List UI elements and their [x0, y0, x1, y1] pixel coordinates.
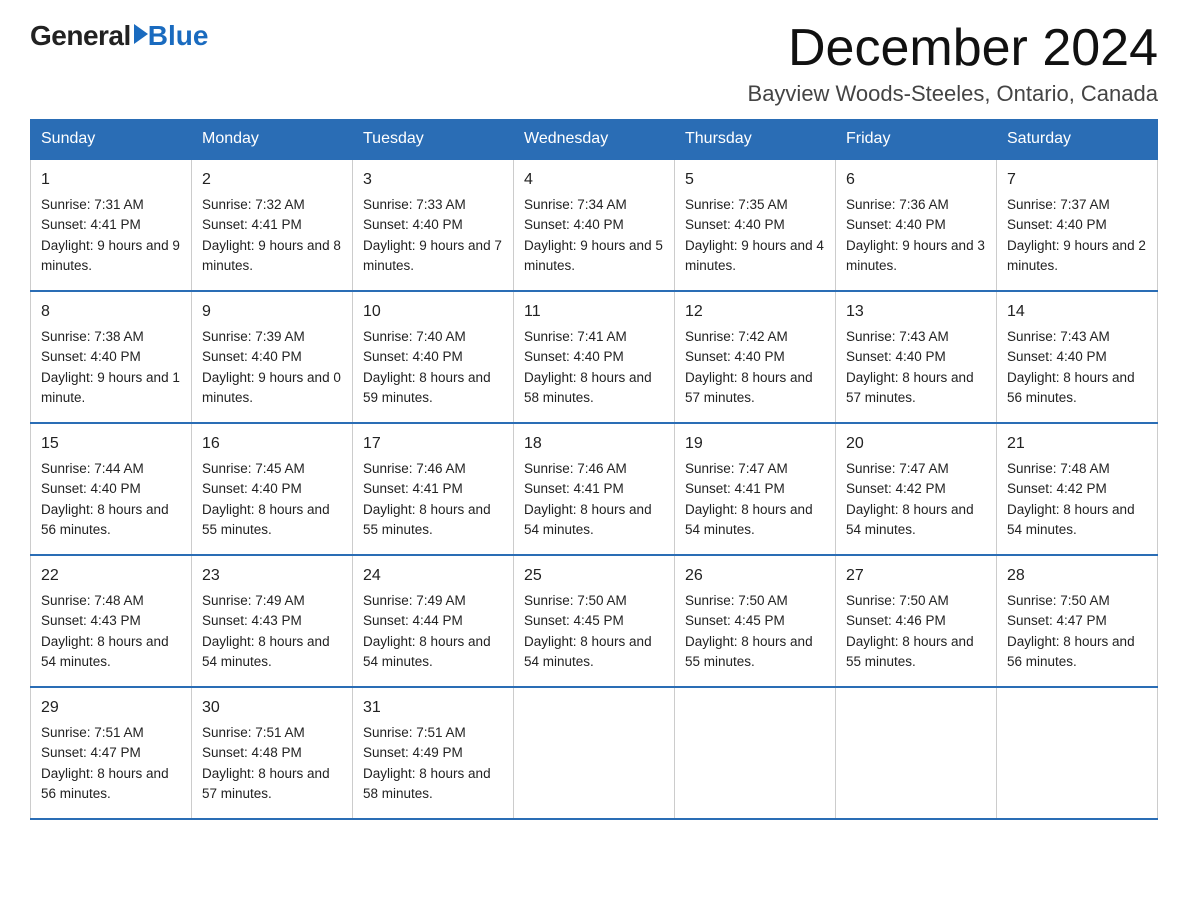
day-number: 30	[202, 696, 342, 720]
day-number: 1	[41, 168, 181, 192]
calendar-cell: 8Sunrise: 7:38 AMSunset: 4:40 PMDaylight…	[31, 291, 192, 423]
day-header-wednesday: Wednesday	[514, 120, 675, 160]
calendar-cell: 31Sunrise: 7:51 AMSunset: 4:49 PMDayligh…	[353, 687, 514, 819]
day-number: 4	[524, 168, 664, 192]
day-number: 18	[524, 432, 664, 456]
day-number: 29	[41, 696, 181, 720]
location-subtitle: Bayview Woods-Steeles, Ontario, Canada	[748, 81, 1158, 107]
calendar-cell: 23Sunrise: 7:49 AMSunset: 4:43 PMDayligh…	[192, 555, 353, 687]
calendar-cell: 6Sunrise: 7:36 AMSunset: 4:40 PMDaylight…	[836, 159, 997, 291]
day-header-friday: Friday	[836, 120, 997, 160]
day-number: 9	[202, 300, 342, 324]
calendar-cell: 3Sunrise: 7:33 AMSunset: 4:40 PMDaylight…	[353, 159, 514, 291]
day-number: 23	[202, 564, 342, 588]
calendar-week-row: 22Sunrise: 7:48 AMSunset: 4:43 PMDayligh…	[31, 555, 1158, 687]
day-header-monday: Monday	[192, 120, 353, 160]
day-header-thursday: Thursday	[675, 120, 836, 160]
calendar-week-row: 15Sunrise: 7:44 AMSunset: 4:40 PMDayligh…	[31, 423, 1158, 555]
calendar-cell: 12Sunrise: 7:42 AMSunset: 4:40 PMDayligh…	[675, 291, 836, 423]
day-header-sunday: Sunday	[31, 120, 192, 160]
day-number: 13	[846, 300, 986, 324]
day-number: 6	[846, 168, 986, 192]
day-number: 12	[685, 300, 825, 324]
day-number: 17	[363, 432, 503, 456]
calendar-table: SundayMondayTuesdayWednesdayThursdayFrid…	[30, 119, 1158, 820]
calendar-cell: 11Sunrise: 7:41 AMSunset: 4:40 PMDayligh…	[514, 291, 675, 423]
calendar-week-row: 1Sunrise: 7:31 AMSunset: 4:41 PMDaylight…	[31, 159, 1158, 291]
calendar-cell: 24Sunrise: 7:49 AMSunset: 4:44 PMDayligh…	[353, 555, 514, 687]
calendar-cell: 28Sunrise: 7:50 AMSunset: 4:47 PMDayligh…	[997, 555, 1158, 687]
day-number: 14	[1007, 300, 1147, 324]
day-number: 11	[524, 300, 664, 324]
day-number: 24	[363, 564, 503, 588]
month-title: December 2024	[748, 20, 1158, 77]
calendar-cell: 22Sunrise: 7:48 AMSunset: 4:43 PMDayligh…	[31, 555, 192, 687]
logo-blue-part: Blue	[131, 20, 209, 52]
day-number: 19	[685, 432, 825, 456]
calendar-cell: 18Sunrise: 7:46 AMSunset: 4:41 PMDayligh…	[514, 423, 675, 555]
calendar-cell: 20Sunrise: 7:47 AMSunset: 4:42 PMDayligh…	[836, 423, 997, 555]
day-number: 26	[685, 564, 825, 588]
calendar-cell: 30Sunrise: 7:51 AMSunset: 4:48 PMDayligh…	[192, 687, 353, 819]
calendar-cell: 5Sunrise: 7:35 AMSunset: 4:40 PMDaylight…	[675, 159, 836, 291]
calendar-cell	[836, 687, 997, 819]
calendar-week-row: 29Sunrise: 7:51 AMSunset: 4:47 PMDayligh…	[31, 687, 1158, 819]
calendar-cell: 21Sunrise: 7:48 AMSunset: 4:42 PMDayligh…	[997, 423, 1158, 555]
day-header-saturday: Saturday	[997, 120, 1158, 160]
day-number: 28	[1007, 564, 1147, 588]
day-number: 3	[363, 168, 503, 192]
day-number: 21	[1007, 432, 1147, 456]
logo-general-text: General	[30, 20, 131, 52]
day-header-tuesday: Tuesday	[353, 120, 514, 160]
calendar-cell: 9Sunrise: 7:39 AMSunset: 4:40 PMDaylight…	[192, 291, 353, 423]
day-number: 27	[846, 564, 986, 588]
calendar-cell: 15Sunrise: 7:44 AMSunset: 4:40 PMDayligh…	[31, 423, 192, 555]
calendar-cell	[997, 687, 1158, 819]
logo: General Blue	[30, 20, 208, 52]
day-number: 15	[41, 432, 181, 456]
day-number: 22	[41, 564, 181, 588]
calendar-cell: 7Sunrise: 7:37 AMSunset: 4:40 PMDaylight…	[997, 159, 1158, 291]
day-number: 25	[524, 564, 664, 588]
calendar-cell	[675, 687, 836, 819]
calendar-cell: 10Sunrise: 7:40 AMSunset: 4:40 PMDayligh…	[353, 291, 514, 423]
day-number: 2	[202, 168, 342, 192]
page-header: General Blue December 2024 Bayview Woods…	[30, 20, 1158, 107]
calendar-cell	[514, 687, 675, 819]
calendar-header-row: SundayMondayTuesdayWednesdayThursdayFrid…	[31, 120, 1158, 160]
calendar-cell: 13Sunrise: 7:43 AMSunset: 4:40 PMDayligh…	[836, 291, 997, 423]
calendar-cell: 26Sunrise: 7:50 AMSunset: 4:45 PMDayligh…	[675, 555, 836, 687]
day-number: 16	[202, 432, 342, 456]
day-number: 10	[363, 300, 503, 324]
day-number: 8	[41, 300, 181, 324]
calendar-cell: 29Sunrise: 7:51 AMSunset: 4:47 PMDayligh…	[31, 687, 192, 819]
calendar-week-row: 8Sunrise: 7:38 AMSunset: 4:40 PMDaylight…	[31, 291, 1158, 423]
logo-triangle-icon	[134, 24, 148, 44]
day-number: 31	[363, 696, 503, 720]
calendar-cell: 4Sunrise: 7:34 AMSunset: 4:40 PMDaylight…	[514, 159, 675, 291]
title-block: December 2024 Bayview Woods-Steeles, Ont…	[748, 20, 1158, 107]
calendar-cell: 19Sunrise: 7:47 AMSunset: 4:41 PMDayligh…	[675, 423, 836, 555]
calendar-cell: 14Sunrise: 7:43 AMSunset: 4:40 PMDayligh…	[997, 291, 1158, 423]
day-number: 20	[846, 432, 986, 456]
calendar-cell: 1Sunrise: 7:31 AMSunset: 4:41 PMDaylight…	[31, 159, 192, 291]
calendar-cell: 16Sunrise: 7:45 AMSunset: 4:40 PMDayligh…	[192, 423, 353, 555]
day-number: 7	[1007, 168, 1147, 192]
logo-blue-text: Blue	[148, 20, 209, 52]
calendar-cell: 27Sunrise: 7:50 AMSunset: 4:46 PMDayligh…	[836, 555, 997, 687]
calendar-cell: 17Sunrise: 7:46 AMSunset: 4:41 PMDayligh…	[353, 423, 514, 555]
day-number: 5	[685, 168, 825, 192]
calendar-cell: 25Sunrise: 7:50 AMSunset: 4:45 PMDayligh…	[514, 555, 675, 687]
calendar-cell: 2Sunrise: 7:32 AMSunset: 4:41 PMDaylight…	[192, 159, 353, 291]
